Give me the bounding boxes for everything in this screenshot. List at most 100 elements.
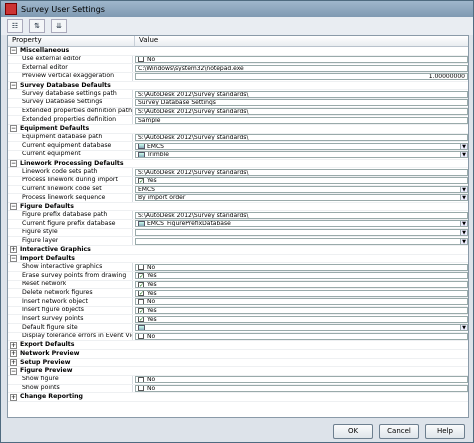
collapse-icon[interactable]: − xyxy=(10,203,17,211)
category-row[interactable]: + Change Reporting xyxy=(8,393,468,402)
property-row[interactable]: Display tolerance errors in Event Viewer… xyxy=(8,332,468,342)
property-value-cell[interactable]: No xyxy=(133,55,468,64)
property-value-cell[interactable]: Survey Database Settings xyxy=(133,99,468,107)
dropdown-arrow-icon[interactable]: ▼ xyxy=(461,237,468,245)
dropdown-arrow-icon[interactable]: ▼ xyxy=(461,194,468,202)
category-row[interactable]: + Interactive Graphics xyxy=(8,246,468,255)
category-row[interactable]: − Miscellaneous xyxy=(8,47,468,56)
expand-icon[interactable]: + xyxy=(10,350,17,358)
property-value-cell[interactable]: ▼ xyxy=(133,324,468,332)
property-value-cell[interactable]: ✓ Yes xyxy=(133,177,468,185)
checked-checkbox-icon[interactable]: ✓ xyxy=(138,273,144,279)
cancel-button[interactable]: Cancel xyxy=(379,423,419,439)
text-field[interactable]: S:\AutoDesk 2012\Survey standards\ xyxy=(135,107,468,115)
collapse-icon[interactable]: − xyxy=(10,125,17,133)
property-value-cell[interactable]: ▼ xyxy=(133,229,468,237)
property-row[interactable]: Current equipment Trimble ▼ xyxy=(8,150,468,160)
checked-checkbox-icon[interactable]: ✓ xyxy=(138,290,144,296)
dropdown-field[interactable] xyxy=(135,324,461,332)
category-row[interactable]: − Equipment Defaults xyxy=(8,124,468,134)
property-row[interactable]: Equipment database path S:\AutoDesk 2012\… xyxy=(8,133,468,143)
collapse-icon[interactable]: − xyxy=(10,47,17,55)
property-row[interactable]: Insert survey points ✓ Yes xyxy=(8,315,468,324)
property-value-cell[interactable]: 1.00000000 xyxy=(133,73,468,81)
property-value-cell[interactable]: ✓ Yes xyxy=(133,281,468,289)
dropdown-field[interactable] xyxy=(135,237,461,245)
property-row[interactable]: Figure style ▼ xyxy=(8,228,468,238)
property-row[interactable]: Extended properties definition Sample xyxy=(8,116,468,125)
property-row[interactable]: Survey database settings path S:\AutoDesk… xyxy=(8,90,468,99)
property-value-cell[interactable]: No xyxy=(133,376,468,384)
property-row[interactable]: Use external editor No xyxy=(8,55,468,65)
collapse-icon[interactable]: − xyxy=(10,81,17,89)
property-row[interactable]: Linework code sets path S:\AutoDesk 2012\… xyxy=(8,168,468,177)
category-row[interactable]: − Figure Defaults xyxy=(8,202,468,212)
property-value-cell[interactable]: ✓ Yes xyxy=(133,307,468,315)
property-value-cell[interactable]: By import order ▼ xyxy=(133,194,468,202)
unchecked-checkbox-icon[interactable] xyxy=(138,385,144,391)
expand-icon[interactable]: + xyxy=(10,358,17,366)
property-value-cell[interactable]: EMCS ▼ xyxy=(133,142,468,150)
property-row[interactable]: Current linework code set EMCS ▼ xyxy=(8,185,468,195)
checked-checkbox-icon[interactable]: ✓ xyxy=(138,316,144,322)
property-row[interactable]: Survey Database Settings Survey Database … xyxy=(8,98,468,108)
help-button[interactable]: Help xyxy=(425,423,465,439)
checked-checkbox-icon[interactable]: ✓ xyxy=(138,282,144,288)
dropdown-field[interactable] xyxy=(135,229,461,237)
dropdown-arrow-icon[interactable]: ▼ xyxy=(461,185,468,193)
unchecked-checkbox-icon[interactable] xyxy=(138,264,144,270)
dropdown-arrow-icon[interactable]: ▼ xyxy=(461,229,468,237)
checkbox-field[interactable]: ✓ Yes xyxy=(135,272,468,280)
property-row[interactable]: Current figure prefix database EMCS_Figur… xyxy=(8,220,468,229)
property-value-cell[interactable]: S:\AutoDesk 2012\Survey standards\ xyxy=(133,211,468,219)
category-row[interactable]: − Import Defaults xyxy=(8,254,468,264)
property-row[interactable]: Show interactive graphics No xyxy=(8,263,468,273)
checkbox-field[interactable]: ✓ Yes xyxy=(135,289,468,297)
expand-icon[interactable]: + xyxy=(10,341,17,349)
text-field[interactable]: 1.00000000 xyxy=(135,73,468,81)
checkbox-field[interactable]: ✓ Yes xyxy=(135,281,468,289)
column-header-value[interactable]: Value xyxy=(135,36,158,46)
property-row[interactable]: Default figure site ▼ xyxy=(8,324,468,333)
expand-icon[interactable]: + xyxy=(10,246,17,254)
property-value-cell[interactable]: S:\AutoDesk 2012\Survey standards\ xyxy=(133,90,468,98)
unchecked-checkbox-icon[interactable] xyxy=(138,333,144,339)
text-field[interactable]: S:\AutoDesk 2012\Survey standards\ xyxy=(135,133,468,141)
dropdown-arrow-icon[interactable]: ▼ xyxy=(461,324,468,332)
property-row[interactable]: Process linework sequence By import order… xyxy=(8,194,468,203)
text-field[interactable]: Survey Database Settings xyxy=(135,99,468,107)
checkbox-field[interactable]: ✓ Yes xyxy=(135,177,468,185)
unchecked-checkbox-icon[interactable] xyxy=(138,299,144,305)
property-row[interactable]: Insert figure objects ✓ Yes xyxy=(8,306,468,316)
property-value-cell[interactable]: C:\Windows\system32\notepad.exe xyxy=(133,64,468,72)
checkbox-field[interactable]: No xyxy=(135,384,468,392)
dropdown-field[interactable]: EMCS_FigurePrefixDatabase xyxy=(135,220,461,228)
unchecked-checkbox-icon[interactable] xyxy=(138,56,144,62)
category-row[interactable]: − Figure Preview xyxy=(8,367,468,376)
property-row[interactable]: Insert network object No xyxy=(8,298,468,307)
checkbox-field[interactable]: No xyxy=(135,376,468,384)
property-value-cell[interactable]: EMCS_FigurePrefixDatabase ▼ xyxy=(133,220,468,228)
sort-icon[interactable]: ⇅ xyxy=(29,19,45,33)
property-value-cell[interactable]: No xyxy=(133,298,468,306)
collapse-all-icon[interactable]: ⇊ xyxy=(51,19,67,33)
property-row[interactable]: Delete network figures ✓ Yes xyxy=(8,289,468,299)
category-row[interactable]: + Network Preview xyxy=(8,349,468,359)
property-value-cell[interactable]: ▼ xyxy=(133,237,468,245)
property-row[interactable]: Show points No xyxy=(8,384,468,394)
category-row[interactable]: − Survey Database Defaults xyxy=(8,81,468,91)
property-value-cell[interactable]: S:\AutoDesk 2012\Survey standards\ xyxy=(133,107,468,116)
property-value-cell[interactable]: No xyxy=(133,384,468,393)
text-field[interactable]: C:\Windows\system32\notepad.exe xyxy=(135,64,468,72)
categorized-view-icon[interactable]: ☷ xyxy=(7,19,23,33)
property-row[interactable]: Figure layer ▼ xyxy=(8,237,468,247)
expand-icon[interactable]: + xyxy=(10,393,17,401)
column-header-property[interactable]: Property xyxy=(8,36,135,46)
property-value-cell[interactable]: EMCS ▼ xyxy=(133,185,468,194)
checkbox-field[interactable]: No xyxy=(135,298,468,306)
property-row[interactable]: Figure prefix database path S:\AutoDesk 2… xyxy=(8,211,468,221)
text-field[interactable]: S:\AutoDesk 2012\Survey standards\ xyxy=(135,90,468,98)
property-value-cell[interactable]: No xyxy=(133,332,468,341)
category-row[interactable]: + Setup Preview xyxy=(8,358,468,368)
text-field[interactable]: S:\AutoDesk 2012\Survey standards\ xyxy=(135,168,468,176)
